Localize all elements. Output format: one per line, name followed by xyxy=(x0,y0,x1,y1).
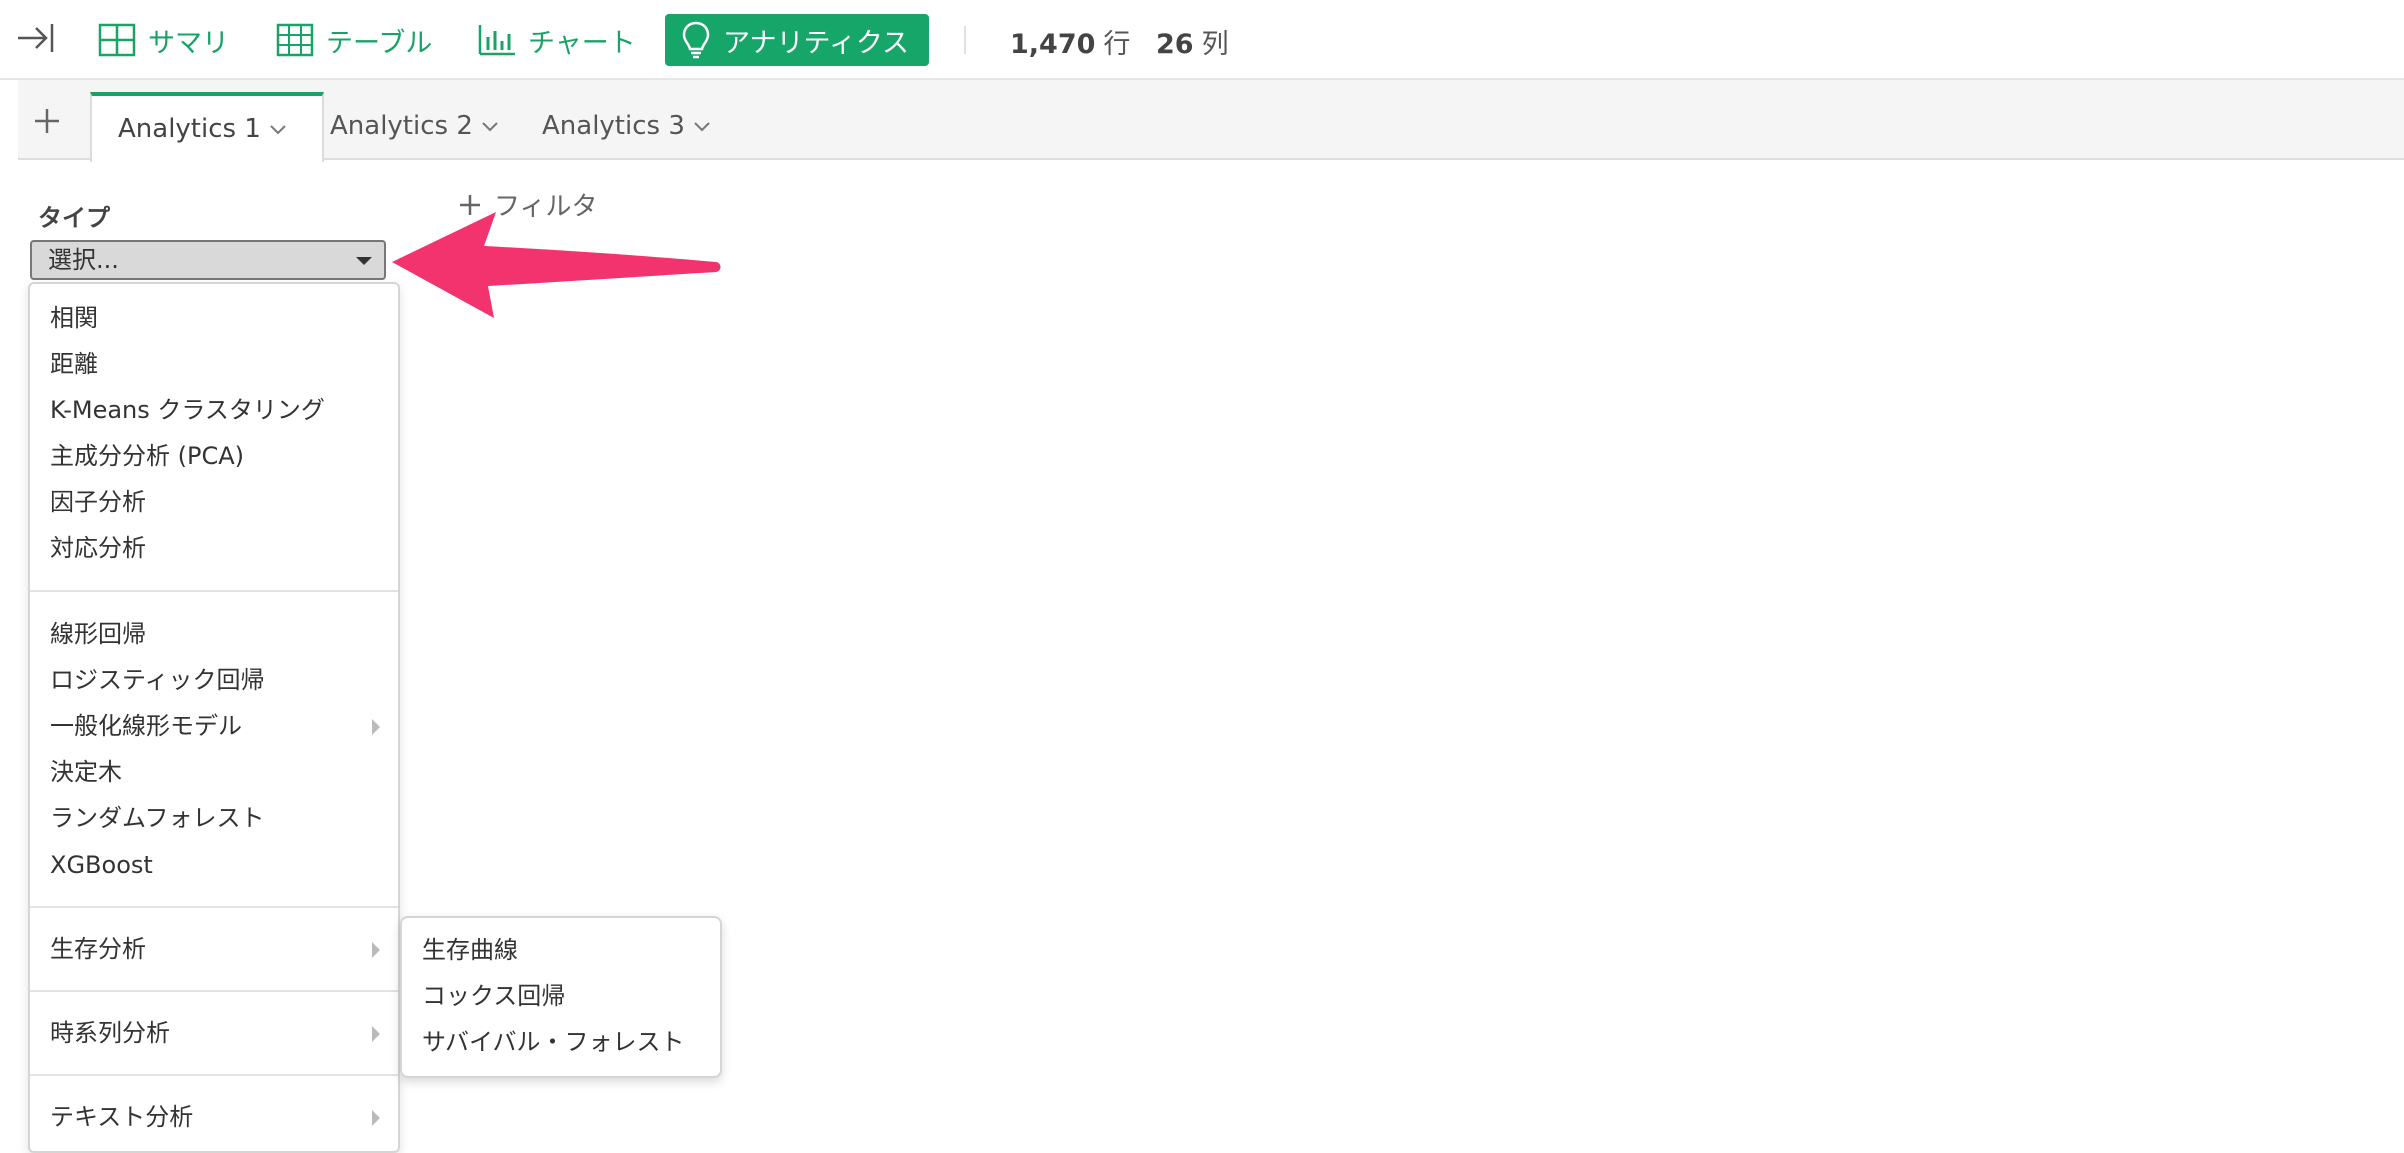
menu-divider xyxy=(30,1074,398,1076)
type-select[interactable]: 選択... xyxy=(30,240,386,280)
type-dropdown-menu: 相関 距離 K-Means クラスタリング 主成分分析 (PCA) 因子分析 対… xyxy=(28,282,400,1153)
caret-right-icon xyxy=(372,942,380,958)
tab-analytics-3[interactable]: Analytics 3 xyxy=(542,94,711,158)
menu-item-correspondence-analysis[interactable]: 対応分析 xyxy=(50,528,390,568)
menu-divider xyxy=(30,990,398,992)
bar-chart-icon xyxy=(478,25,515,56)
caret-down-icon xyxy=(356,257,372,265)
lightbulb-icon xyxy=(682,21,710,59)
menu-item-label: XGBoost xyxy=(50,851,153,879)
survival-submenu: 生存曲線 コックス回帰 サバイバル・フォレスト xyxy=(400,916,722,1078)
rows-count-unit: 行 xyxy=(1103,29,1131,60)
submenu-item-survival-curve[interactable]: 生存曲線 xyxy=(422,930,712,970)
columns-count-value: 26 xyxy=(1156,29,1194,60)
tab-label: Analytics 3 xyxy=(542,111,685,141)
menu-item-kmeans[interactable]: K-Means クラスタリング xyxy=(50,390,390,430)
menu-item-time-series[interactable]: 時系列分析 xyxy=(50,1013,390,1053)
tab-label: Analytics 1 xyxy=(118,114,261,144)
tab-analytics-2[interactable]: Analytics 2 xyxy=(330,94,499,158)
submenu-item-cox-regression[interactable]: コックス回帰 xyxy=(422,976,712,1016)
menu-item-label: ランダムフォレスト xyxy=(50,804,265,832)
summary-button[interactable]: サマリ xyxy=(98,14,229,66)
menu-item-label: 主成分分析 (PCA) xyxy=(50,442,245,470)
summary-label: サマリ xyxy=(148,27,229,59)
table-button[interactable]: テーブル xyxy=(276,14,432,66)
menu-item-logistic-regression[interactable]: ロジスティック回帰 xyxy=(50,660,390,700)
rows-count-value: 1,470 xyxy=(1010,29,1096,60)
menu-item-label: 線形回帰 xyxy=(50,620,146,648)
menu-item-label: ロジスティック回帰 xyxy=(50,666,265,694)
caret-right-icon xyxy=(372,1026,380,1042)
columns-count-unit: 列 xyxy=(1201,29,1229,60)
submenu-item-label: サバイバル・フォレスト xyxy=(422,1028,685,1056)
rows-count: 1,470 行 xyxy=(1010,22,1130,61)
add-tab-icon[interactable] xyxy=(32,106,62,136)
chevron-down-icon xyxy=(694,122,710,132)
chart-label: チャート xyxy=(528,27,636,59)
menu-item-linear-regression[interactable]: 線形回帰 xyxy=(50,614,390,654)
top-toolbar: サマリ テーブル チャート アナリティクス 1,470 行 26 列 xyxy=(0,0,2404,80)
menu-divider xyxy=(30,590,398,592)
caret-right-icon xyxy=(372,1110,380,1126)
chevron-down-icon xyxy=(482,122,498,132)
menu-item-label: 相関 xyxy=(50,304,98,332)
submenu-item-label: 生存曲線 xyxy=(422,936,518,964)
analytics-tabbar: Analytics 1 Analytics 2 Analytics 3 xyxy=(18,80,2404,162)
chevron-down-icon xyxy=(270,125,286,135)
submenu-item-label: コックス回帰 xyxy=(422,982,566,1010)
menu-item-label: 一般化線形モデル xyxy=(50,712,242,740)
summary-grid-icon xyxy=(98,23,136,57)
columns-count: 26 列 xyxy=(1156,22,1229,61)
menu-item-label: K-Means クラスタリング xyxy=(50,396,325,424)
menu-item-pca[interactable]: 主成分分析 (PCA) xyxy=(50,436,390,476)
type-select-value: 選択... xyxy=(48,246,119,274)
menu-item-survival-analysis[interactable]: 生存分析 xyxy=(50,929,390,969)
menu-divider xyxy=(30,906,398,908)
table-label: テーブル xyxy=(326,27,433,59)
analytics-label: アナリティクス xyxy=(723,27,910,59)
analytics-button[interactable]: アナリティクス xyxy=(665,14,930,66)
menu-item-text-analysis[interactable]: テキスト分析 xyxy=(50,1097,390,1137)
table-icon xyxy=(276,23,314,57)
menu-item-label: テキスト分析 xyxy=(50,1103,194,1131)
menu-item-glm[interactable]: 一般化線形モデル xyxy=(50,706,390,746)
menu-item-factor-analysis[interactable]: 因子分析 xyxy=(50,482,390,522)
chart-button[interactable]: チャート xyxy=(478,14,636,66)
menu-item-decision-tree[interactable]: 決定木 xyxy=(50,752,390,792)
submenu-item-survival-forest[interactable]: サバイバル・フォレスト xyxy=(422,1022,712,1062)
menu-item-label: 因子分析 xyxy=(50,488,146,516)
menu-item-xgboost[interactable]: XGBoost xyxy=(50,845,390,885)
menu-item-correlation[interactable]: 相関 xyxy=(50,298,390,338)
collapse-panel-icon[interactable] xyxy=(16,20,56,56)
menu-item-label: 時系列分析 xyxy=(50,1019,170,1047)
toolbar-divider xyxy=(964,26,966,54)
menu-item-random-forest[interactable]: ランダムフォレスト xyxy=(50,798,390,838)
menu-item-label: 生存分析 xyxy=(50,935,146,963)
annotation-arrow-icon xyxy=(392,212,721,318)
menu-item-label: 対応分析 xyxy=(50,534,146,562)
type-label: タイプ xyxy=(38,204,110,232)
tab-analytics-1[interactable]: Analytics 1 xyxy=(90,92,324,162)
menu-item-distance[interactable]: 距離 xyxy=(50,344,390,384)
menu-item-label: 決定木 xyxy=(50,758,122,786)
tab-label: Analytics 2 xyxy=(330,111,473,141)
caret-right-icon xyxy=(372,719,380,735)
menu-item-label: 距離 xyxy=(50,350,98,378)
